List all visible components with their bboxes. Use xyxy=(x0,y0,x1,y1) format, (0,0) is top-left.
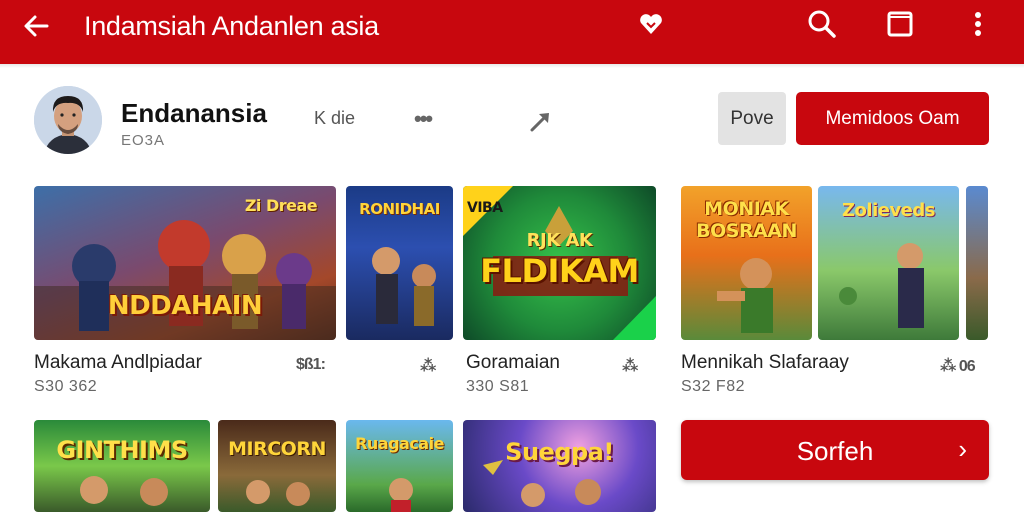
card-art-title: Zolieveds xyxy=(841,200,936,221)
game-subtitle: S30 362 xyxy=(34,378,98,395)
more-vert-icon[interactable] xyxy=(962,8,994,40)
game-title[interactable]: Mennikah Slafaraay xyxy=(681,352,849,374)
card-art-title: NDDAHAIN xyxy=(107,291,263,321)
game-card[interactable]: NDDAHAIN Zi Dreae xyxy=(34,186,336,340)
developer-link[interactable]: K die xyxy=(314,108,355,129)
game-card[interactable]: MIRCORN xyxy=(218,420,336,512)
game-card[interactable]: Ruagacaie xyxy=(346,420,453,512)
card-art-title: Suegpa! xyxy=(505,438,614,466)
card-art-title: GINTHIMS xyxy=(56,436,188,464)
game-card[interactable]: MONIAK BOSRAAN xyxy=(681,186,812,340)
game-subtitle: S32 F82 xyxy=(681,378,745,395)
game-card[interactable]: Suegpa! xyxy=(463,420,656,512)
square-icon[interactable] xyxy=(884,8,916,40)
app-bar: Indamsiah Andanlen asia xyxy=(0,0,1024,64)
game-card[interactable]: Zolieveds xyxy=(818,186,959,340)
developer-subtitle: EO3A xyxy=(121,132,166,149)
share-arrow-icon[interactable] xyxy=(528,106,556,134)
game-card-partial[interactable] xyxy=(966,186,988,340)
game-title[interactable]: Goramaian xyxy=(466,352,560,374)
card-art-subtitle: RJK AK xyxy=(526,230,593,251)
developer-name: Endanansia xyxy=(121,98,267,128)
search-button-label: Sorfeh xyxy=(796,436,874,466)
avatar[interactable] xyxy=(34,86,102,154)
more-dots[interactable]: ••• xyxy=(414,106,433,132)
game-subtitle: 330 S81 xyxy=(466,378,530,395)
card-art-title: Ruagacaie xyxy=(355,434,444,453)
game-rating-mid: ⁂ xyxy=(420,358,436,375)
game-rating: $ß1: xyxy=(296,356,326,373)
game-card[interactable]: GINTHIMS xyxy=(34,420,210,512)
card-art-title: MIRCORN xyxy=(228,438,326,460)
card-art-badge: Zi Dreae xyxy=(244,196,318,215)
chevron-right-icon: › xyxy=(958,434,967,464)
game-card[interactable]: VIBA RJK AK FLDIKAM xyxy=(463,186,656,340)
card-art-title: RONIDHAI xyxy=(359,200,440,218)
app-title: Indamsiah Andanlen asia xyxy=(84,11,379,41)
search-button[interactable]: Sorfeh › xyxy=(681,420,989,480)
primary-button[interactable]: Memidoos Oam xyxy=(796,92,989,145)
game-rating: ⁂ xyxy=(622,358,638,375)
card-art-title: MONIAK BOSRAAN xyxy=(696,198,797,242)
back-arrow-icon[interactable] xyxy=(20,10,52,42)
game-rating: ⁂ 06 xyxy=(940,358,976,375)
app-bar-shadow xyxy=(0,64,1024,68)
game-title[interactable]: Makama Andlpiadar xyxy=(34,352,202,374)
card-corner-label: VIBA xyxy=(467,200,503,216)
secondary-button[interactable]: Pove xyxy=(718,92,786,145)
game-card[interactable]: RONIDHAI xyxy=(346,186,453,340)
search-icon[interactable] xyxy=(806,8,838,40)
card-art-title: FLDIKAM xyxy=(480,252,639,290)
heart-icon[interactable] xyxy=(637,10,665,38)
